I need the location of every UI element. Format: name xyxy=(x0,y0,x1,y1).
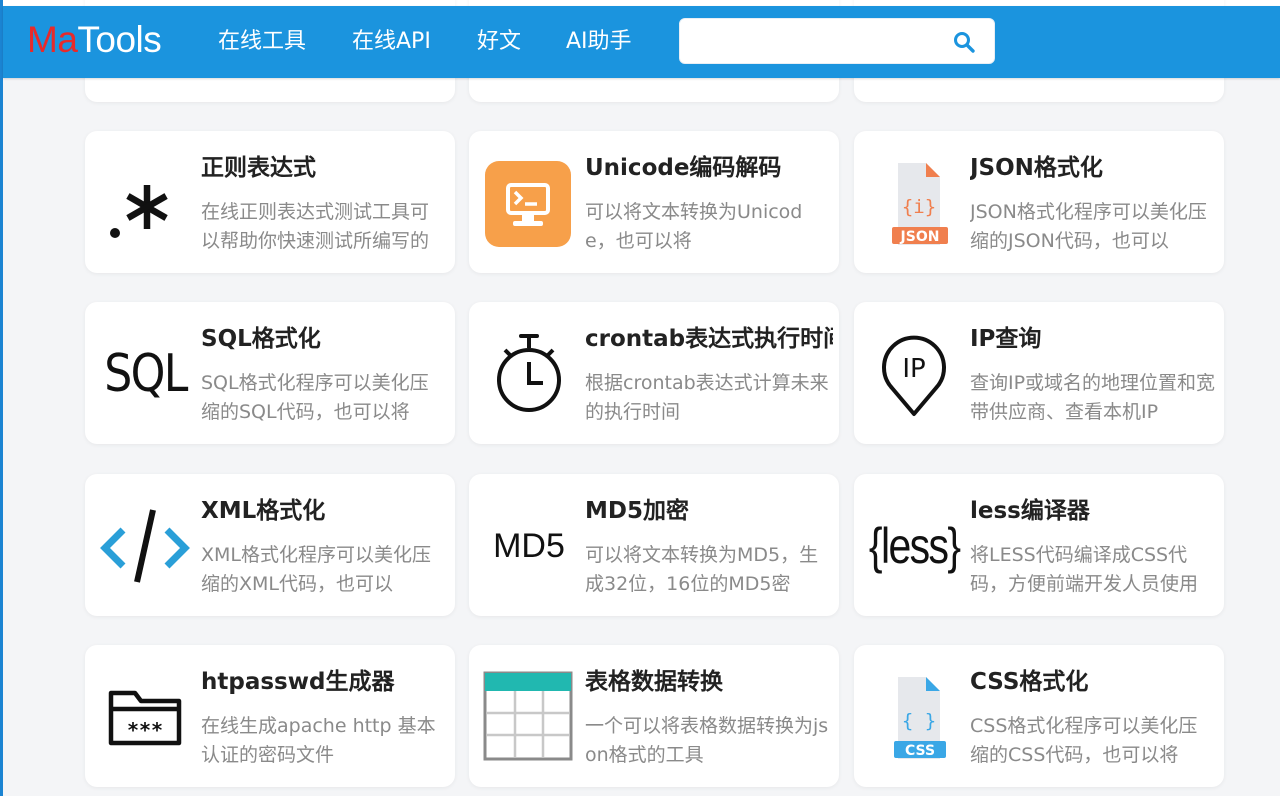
table-icon xyxy=(483,671,575,763)
tool-card-title: crontab表达式执行时间 xyxy=(585,326,833,352)
tool-card-sql[interactable]: SQL SQL格式化 SQL格式化程序可以美化压缩的SQL代码，也可以将 xyxy=(85,302,455,444)
tool-card-desc: 在线生成apache http 基本认证的密码文件 xyxy=(201,715,436,766)
json-file-icon: {i} JSON xyxy=(868,157,960,249)
page-left-border xyxy=(0,0,3,796)
tool-card-htpasswd[interactable]: *** htpasswd生成器 在线生成apache http 基本认证的密码文… xyxy=(85,645,455,787)
tool-card-title: less编译器 xyxy=(970,498,1090,524)
svg-text:IP: IP xyxy=(902,354,925,384)
tool-card-title: 正则表达式 xyxy=(201,155,316,181)
tool-card-desc: CSS格式化程序可以美化压缩的CSS代码，也可以将 xyxy=(970,715,1198,766)
tool-card-desc: 查询IP或域名的地理位置和宽带供应商、查看本机IP xyxy=(970,372,1216,423)
tool-card-title: JSON格式化 xyxy=(970,155,1103,181)
tool-card-table-convert[interactable]: 表格数据转换 一个可以将表格数据转换为json格式的工具 xyxy=(469,645,839,787)
tool-card-desc: 可以将文本转换为Unicode，也可以将 xyxy=(585,201,803,252)
tool-card-ip[interactable]: IP IP查询 查询IP或域名的地理位置和宽带供应商、查看本机IP xyxy=(854,302,1224,444)
svg-text:CSS: CSS xyxy=(905,743,935,759)
sql-icon: SQL xyxy=(99,328,191,420)
less-icon: {less} xyxy=(868,500,961,592)
logo-tools: Tools xyxy=(77,19,162,60)
password-folder-icon: *** xyxy=(99,671,191,763)
tool-card-title: XML格式化 xyxy=(201,498,326,524)
svg-text:JSON: JSON xyxy=(900,229,940,245)
nav-online-api[interactable]: 在线API xyxy=(352,26,431,58)
tool-card-desc: 根据crontab表达式计算未来的执行时间 xyxy=(585,372,829,423)
top-header: MaTools 在线工具 在线API 好文 AI助手 xyxy=(3,6,1280,78)
tool-card-title: IP查询 xyxy=(970,326,1042,352)
tool-card-desc: 一个可以将表格数据转换为json格式的工具 xyxy=(585,715,829,766)
xml-code-icon xyxy=(99,500,191,592)
nav-articles[interactable]: 好文 xyxy=(477,26,521,58)
search-input[interactable] xyxy=(690,27,944,57)
less-icon-text: {less} xyxy=(868,518,961,574)
tool-card-title: MD5加密 xyxy=(585,498,689,524)
tool-card-json[interactable]: {i} JSON JSON格式化 JSON格式化程序可以美化压缩的JSON代码，… xyxy=(854,131,1224,273)
site-logo[interactable]: MaTools xyxy=(27,18,162,62)
svg-text:{ }: { } xyxy=(902,710,936,732)
terminal-icon xyxy=(483,157,575,249)
regex-icon xyxy=(99,157,191,249)
tool-card-unicode[interactable]: Unicode编码解码 可以将文本转换为Unicode，也可以将 xyxy=(469,131,839,273)
md5-icon-text: MD5 xyxy=(493,526,565,565)
search-box xyxy=(679,18,995,64)
tool-card-title: 表格数据转换 xyxy=(585,669,723,695)
tool-card-desc: 可以将文本转换为MD5，生成32位，16位的MD5密 xyxy=(585,544,819,595)
tool-card-less[interactable]: {less} less编译器 将LESS代码编译成CSS代码，方便前端开发人员使… xyxy=(854,474,1224,616)
tool-card-desc: XML格式化程序可以美化压缩的XML代码，也可以 xyxy=(201,544,431,595)
nav-online-tools[interactable]: 在线工具 xyxy=(218,26,306,58)
stopwatch-icon xyxy=(483,328,575,420)
tool-card-title: CSS格式化 xyxy=(970,669,1089,695)
md5-icon: MD5 xyxy=(483,500,575,592)
tool-card-desc: 在线正则表达式测试工具可以帮助你快速测试所编写的 xyxy=(201,201,430,252)
search-icon[interactable] xyxy=(952,30,976,54)
tool-card-title: htpasswd生成器 xyxy=(201,669,395,695)
ip-location-icon: IP xyxy=(868,328,960,420)
svg-text:***: *** xyxy=(127,718,163,742)
svg-text:{i}: {i} xyxy=(902,196,936,218)
tool-card-crontab[interactable]: crontab表达式执行时间 根据crontab表达式计算未来的执行时间 xyxy=(469,302,839,444)
css-file-icon: { } CSS xyxy=(868,671,960,763)
tool-card-title: SQL格式化 xyxy=(201,326,321,352)
tool-card-md5[interactable]: MD5 MD5加密 可以将文本转换为MD5，生成32位，16位的MD5密 xyxy=(469,474,839,616)
tool-card-desc: JSON格式化程序可以美化压缩的JSON代码，也可以 xyxy=(970,201,1207,252)
sql-icon-text: SQL xyxy=(103,344,188,404)
tool-card-title: Unicode编码解码 xyxy=(585,155,782,181)
tool-card-xml[interactable]: XML格式化 XML格式化程序可以美化压缩的XML代码，也可以 xyxy=(85,474,455,616)
tool-card-desc: 将LESS代码编译成CSS代码，方便前端开发人员使用 xyxy=(970,544,1199,595)
tool-card-regex[interactable]: 正则表达式 在线正则表达式测试工具可以帮助你快速测试所编写的 xyxy=(85,131,455,273)
tool-card-css[interactable]: { } CSS CSS格式化 CSS格式化程序可以美化压缩的CSS代码，也可以将 xyxy=(854,645,1224,787)
logo-ma: Ma xyxy=(27,19,78,60)
nav-ai-assistant[interactable]: AI助手 xyxy=(566,26,632,58)
tool-card-desc: SQL格式化程序可以美化压缩的SQL代码，也可以将 xyxy=(201,372,429,423)
